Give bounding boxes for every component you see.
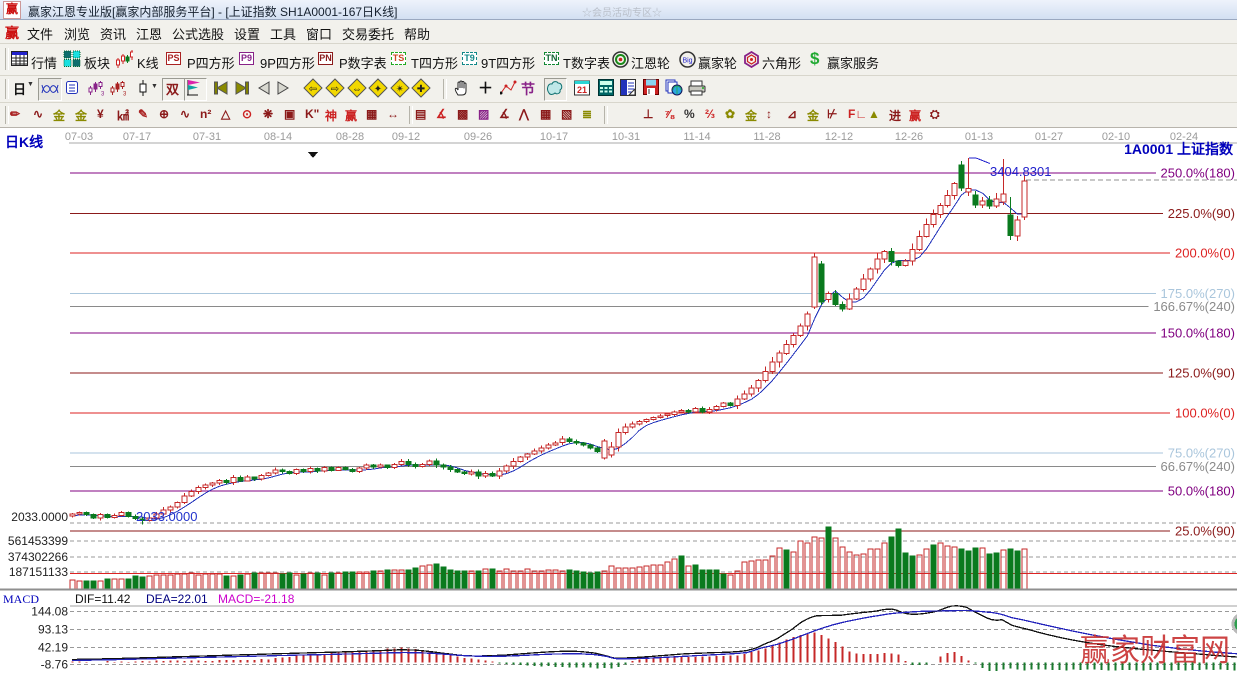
svg-text:21: 21: [577, 85, 587, 95]
svg-text:166.67%(240): 166.67%(240): [1153, 299, 1235, 314]
svg-text:50.0%(180): 50.0%(180): [1168, 484, 1235, 499]
svg-text:✴: ✴: [396, 84, 404, 95]
svg-text:DEA=22.01: DEA=22.01: [146, 592, 208, 606]
svg-text:01-27: 01-27: [1035, 131, 1063, 143]
svg-text:✚: ✚: [417, 84, 425, 95]
svg-text:25.0%(90): 25.0%(90): [1175, 524, 1235, 539]
svg-text:-8.76: -8.76: [41, 658, 69, 672]
svg-text:374302266: 374302266: [8, 550, 68, 564]
svg-text:12-12: 12-12: [825, 131, 853, 143]
svg-text:✦: ✦: [374, 84, 382, 95]
svg-text:08-28: 08-28: [336, 131, 364, 143]
svg-text:赢家财富网: 赢家财富网: [1080, 633, 1230, 668]
svg-text:66.67%(240): 66.67%(240): [1161, 459, 1235, 474]
svg-text:⇦: ⇦: [309, 84, 317, 95]
svg-text:11-28: 11-28: [753, 131, 780, 143]
svg-text:2033.0000: 2033.0000: [136, 509, 197, 524]
svg-text:09-26: 09-26: [464, 131, 492, 143]
svg-text:144.08: 144.08: [31, 604, 68, 618]
svg-text:225.0%(90): 225.0%(90): [1168, 206, 1235, 221]
svg-text:08-14: 08-14: [264, 131, 292, 143]
svg-text:3404.8301: 3404.8301: [990, 164, 1051, 179]
svg-text:07-03: 07-03: [65, 131, 93, 143]
svg-text:日K线: 日K线: [5, 134, 43, 150]
svg-text:100.0%(0): 100.0%(0): [1175, 406, 1235, 421]
svg-text:250.0%(180): 250.0%(180): [1161, 166, 1235, 181]
svg-text:07-17: 07-17: [123, 131, 151, 143]
svg-text:561453399: 561453399: [8, 534, 68, 548]
svg-text:DIF=11.42: DIF=11.42: [75, 592, 131, 606]
svg-text:1A0001 上证指数: 1A0001 上证指数: [1124, 141, 1234, 157]
svg-text:3: 3: [101, 92, 104, 97]
svg-text:150.0%(180): 150.0%(180): [1161, 326, 1235, 341]
svg-text:10-31: 10-31: [612, 131, 640, 143]
svg-text:12-26: 12-26: [895, 131, 923, 143]
svg-text:187151133: 187151133: [9, 565, 69, 579]
svg-text:11-14: 11-14: [683, 131, 710, 143]
svg-text:09-12: 09-12: [392, 131, 420, 143]
svg-text:⇨: ⇨: [331, 84, 339, 95]
svg-text:Big: Big: [682, 58, 692, 65]
svg-text:⇔: ⇔: [352, 84, 362, 95]
svg-text:200.0%(0): 200.0%(0): [1175, 246, 1235, 261]
svg-text:MACD=-21.18: MACD=-21.18: [218, 592, 295, 606]
svg-text:07-31: 07-31: [193, 131, 221, 143]
svg-text:93.13: 93.13: [38, 622, 68, 636]
svg-text:01-13: 01-13: [965, 131, 993, 143]
svg-text:125.0%(90): 125.0%(90): [1168, 366, 1235, 381]
svg-text:3: 3: [123, 92, 126, 97]
svg-text:10-17: 10-17: [540, 131, 568, 143]
svg-text:42.19: 42.19: [38, 640, 68, 654]
svg-text:2033.0000: 2033.0000: [11, 510, 68, 524]
